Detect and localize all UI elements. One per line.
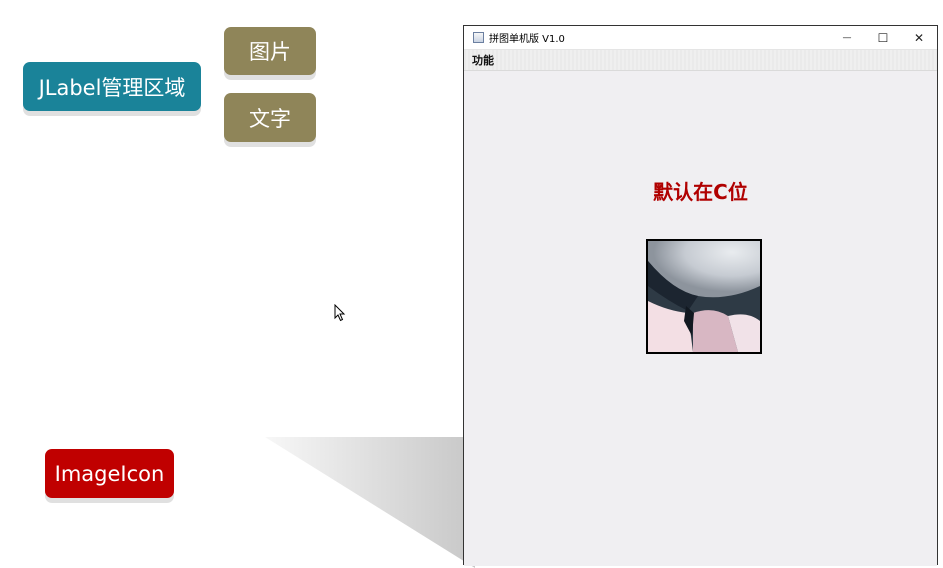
jlabel-area-badge: JLabel管理区域 <box>23 62 201 111</box>
picture-badge: 图片 <box>224 27 316 75</box>
window-title: 拼图单机版 V1.0 <box>489 34 565 45</box>
minimize-icon: — <box>842 32 852 43</box>
decorative-shadow <box>265 437 475 568</box>
title-bar[interactable]: 拼图单机版 V1.0 — ☐ ✕ <box>464 26 937 50</box>
content-pane: 默认在C位 <box>464 71 937 566</box>
close-icon: ✕ <box>913 30 925 45</box>
imageicon-badge: ImageIcon <box>45 449 174 498</box>
app-window: 拼图单机版 V1.0 — ☐ ✕ 功能 默认在C位 <box>463 25 938 566</box>
puzzle-image-tile <box>646 239 762 354</box>
close-button[interactable]: ✕ <box>901 26 937 49</box>
menu-bar: 功能 <box>464 50 937 71</box>
puzzle-image <box>648 241 760 352</box>
maximize-icon: ☐ <box>877 30 889 45</box>
center-label: 默认在C位 <box>653 180 748 204</box>
mouse-cursor-icon <box>334 304 346 322</box>
minimize-button[interactable]: — <box>829 26 865 49</box>
java-app-icon <box>473 32 484 43</box>
menu-function[interactable]: 功能 <box>472 52 494 68</box>
maximize-button[interactable]: ☐ <box>865 26 901 49</box>
text-badge: 文字 <box>224 93 316 142</box>
